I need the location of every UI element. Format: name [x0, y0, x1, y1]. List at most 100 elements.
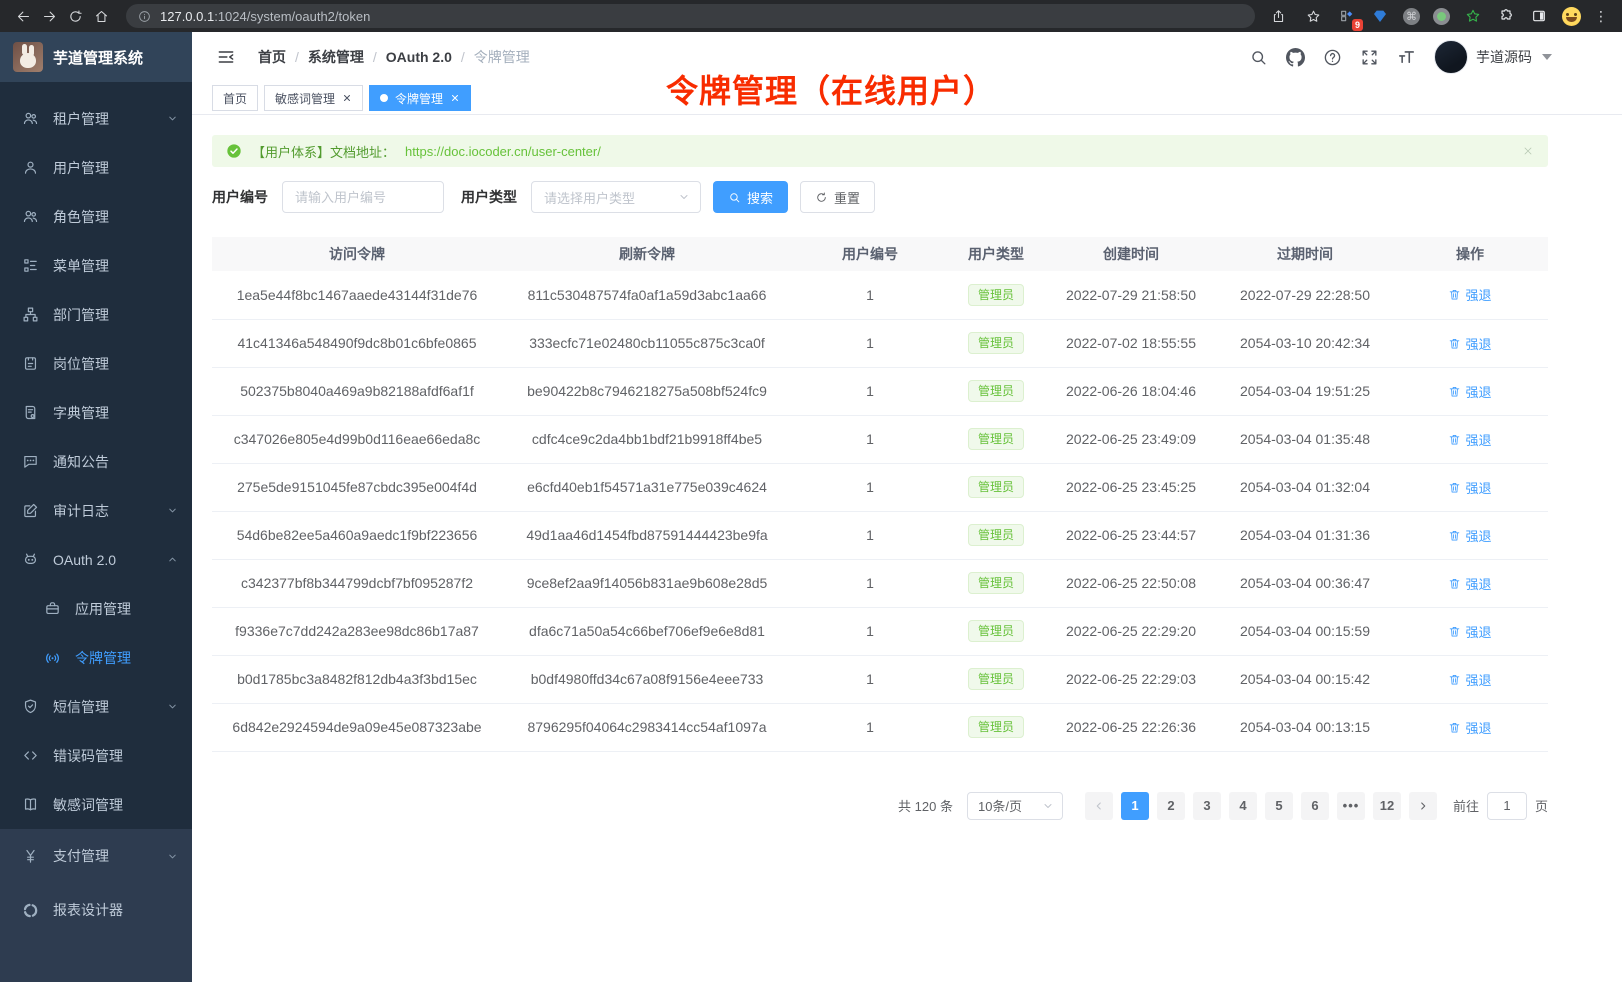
tab-敏感词管理[interactable]: 敏感词管理	[264, 85, 363, 111]
reset-button[interactable]: 重置	[800, 181, 875, 213]
sidebar-item-notice[interactable]: 通知公告	[0, 437, 192, 486]
extension-grid-icon[interactable]: 9	[1337, 6, 1357, 26]
sidebar-item-tenant[interactable]: 租户管理	[0, 94, 192, 143]
force-logout-button[interactable]: 强退	[1448, 334, 1491, 353]
help-button[interactable]	[1323, 48, 1342, 67]
extension-cmd-icon[interactable]: ⌘	[1403, 8, 1420, 25]
chevron-left-icon	[1093, 800, 1105, 812]
table-row: f9336e7c7dd242a283ee98dc86b17a87dfa6c71a…	[212, 607, 1548, 655]
next-page-button[interactable]	[1409, 792, 1437, 820]
browser-home-button[interactable]	[88, 3, 114, 29]
sidebar-menu-bottom: 支付管理报表设计器	[0, 829, 192, 982]
alert-doc-link[interactable]: https://doc.iocoder.cn/user-center/	[405, 144, 601, 159]
sidebar-item-post[interactable]: 岗位管理	[0, 339, 192, 388]
browser-menu-button[interactable]: ⋮	[1594, 8, 1608, 25]
share-button[interactable]	[1267, 5, 1289, 27]
force-logout-button[interactable]: 强退	[1448, 382, 1491, 401]
sidebar-item-pay[interactable]: 支付管理	[0, 829, 192, 883]
breadcrumb-item[interactable]: 首页	[258, 47, 286, 67]
breadcrumb-item[interactable]: 系统管理	[308, 47, 364, 67]
sidebar-item-sms[interactable]: 短信管理	[0, 682, 192, 731]
sidebar-item-report-designer[interactable]: 报表设计器	[0, 883, 192, 937]
extensions-puzzle-button[interactable]	[1496, 6, 1516, 26]
force-logout-button[interactable]: 强退	[1448, 430, 1491, 449]
trash-icon	[1448, 721, 1461, 734]
github-button[interactable]	[1286, 48, 1305, 67]
access-token-cell: 275e5de9151045fe87cbdc395e004f4d	[212, 463, 502, 511]
page-button-5[interactable]: 5	[1265, 792, 1293, 820]
tab-令牌管理[interactable]: 令牌管理	[369, 85, 471, 111]
column-header: 用户类型	[948, 237, 1044, 271]
sidebar-item-oauth2[interactable]: OAuth 2.0	[0, 535, 192, 584]
close-icon[interactable]	[450, 93, 460, 103]
force-logout-button[interactable]: 强退	[1448, 622, 1491, 641]
goto-page-input[interactable]	[1487, 792, 1527, 820]
sidebar-item-audit-log[interactable]: 审计日志	[0, 486, 192, 535]
browser-forward-button[interactable]	[36, 3, 62, 29]
side-panel-button[interactable]	[1529, 6, 1549, 26]
user-menu[interactable]: 芋道源码	[1434, 40, 1552, 74]
force-logout-button[interactable]: 强退	[1448, 574, 1491, 593]
sidebar-item-sensitive-word[interactable]: 敏感词管理	[0, 780, 192, 829]
force-logout-button[interactable]: 强退	[1448, 670, 1491, 689]
sidebar-item-menu[interactable]: 菜单管理	[0, 241, 192, 290]
table-row: c342377bf8b344799dcbf7bf095287f29ce8ef2a…	[212, 559, 1548, 607]
extension-gem-icon[interactable]	[1370, 6, 1390, 26]
page-button-2[interactable]: 2	[1157, 792, 1185, 820]
expires-at-cell: 2054-03-04 01:32:04	[1218, 463, 1392, 511]
search-button[interactable]	[1249, 48, 1268, 67]
page-button-3[interactable]: 3	[1193, 792, 1221, 820]
user-type-select[interactable]: 请选择用户类型	[531, 181, 701, 213]
user-id-input[interactable]	[282, 181, 444, 213]
force-logout-button[interactable]: 强退	[1448, 718, 1491, 737]
chevron-up-icon	[167, 554, 178, 565]
breadcrumb-item[interactable]: OAuth 2.0	[386, 49, 452, 65]
browser-reload-button[interactable]	[62, 3, 88, 29]
search-submit-button[interactable]: 搜索	[713, 181, 788, 213]
sidebar-collapse-button[interactable]	[216, 47, 236, 67]
sidebar-item-dept[interactable]: 部门管理	[0, 290, 192, 339]
user-type-badge: 管理员	[968, 332, 1024, 354]
sidebar-item-user[interactable]: 用户管理	[0, 143, 192, 192]
app-logo[interactable]: 芋道管理系统	[0, 32, 192, 82]
extension-star-icon[interactable]	[1463, 6, 1483, 26]
bookmark-star-button[interactable]	[1302, 5, 1324, 27]
force-logout-button[interactable]: 强退	[1448, 526, 1491, 545]
close-icon[interactable]	[342, 93, 352, 103]
more-pages-button[interactable]: •••	[1337, 792, 1365, 820]
sidebar-item-dict[interactable]: 字典管理	[0, 388, 192, 437]
url-text: 127.0.0.1:1024/system/oauth2/token	[160, 9, 370, 24]
trash-icon	[1448, 337, 1461, 350]
browser-back-button[interactable]	[10, 3, 36, 29]
sidebar-item-oauth2-app[interactable]: 应用管理	[0, 584, 192, 633]
sidebar-item-oauth2-token[interactable]: 令牌管理	[0, 633, 192, 682]
address-bar[interactable]: 127.0.0.1:1024/system/oauth2/token	[126, 4, 1255, 28]
page-button-1[interactable]: 1	[1121, 792, 1149, 820]
sidebar-item-error-code[interactable]: 错误码管理	[0, 731, 192, 780]
font-size-button[interactable]	[1397, 48, 1416, 67]
user-id-cell: 1	[792, 319, 948, 367]
extension-record-icon[interactable]	[1433, 8, 1450, 25]
tab-首页[interactable]: 首页	[212, 85, 258, 111]
force-logout-button[interactable]: 强退	[1448, 478, 1491, 497]
page-button-12[interactable]: 12	[1373, 792, 1401, 820]
page-button-6[interactable]: 6	[1301, 792, 1329, 820]
user-id-cell: 1	[792, 463, 948, 511]
alert-close-icon[interactable]	[1522, 145, 1534, 157]
expires-at-cell: 2022-07-29 22:28:50	[1218, 271, 1392, 319]
content: 【用户体系】文档地址： https://doc.iocoder.cn/user-…	[192, 115, 1622, 982]
page-button-4[interactable]: 4	[1229, 792, 1257, 820]
robot-icon	[22, 551, 39, 568]
sidebar: 芋道管理系统 租户管理用户管理角色管理菜单管理部门管理岗位管理字典管理通知公告审…	[0, 32, 192, 982]
badge-icon	[22, 355, 39, 372]
fullscreen-button[interactable]	[1360, 48, 1379, 67]
prev-page-button[interactable]	[1085, 792, 1113, 820]
force-logout-button[interactable]: 强退	[1448, 285, 1491, 304]
browser-profile-avatar[interactable]	[1562, 7, 1581, 26]
table-row: 1ea5e44f8bc1467aaede43144f31de76811c5304…	[212, 271, 1548, 319]
expires-at-cell: 2054-03-04 00:15:42	[1218, 655, 1392, 703]
site-info-icon[interactable]	[138, 10, 151, 23]
sidebar-item-role[interactable]: 角色管理	[0, 192, 192, 241]
page-size-select[interactable]: 10条/页	[967, 792, 1063, 820]
users-icon	[22, 110, 39, 127]
